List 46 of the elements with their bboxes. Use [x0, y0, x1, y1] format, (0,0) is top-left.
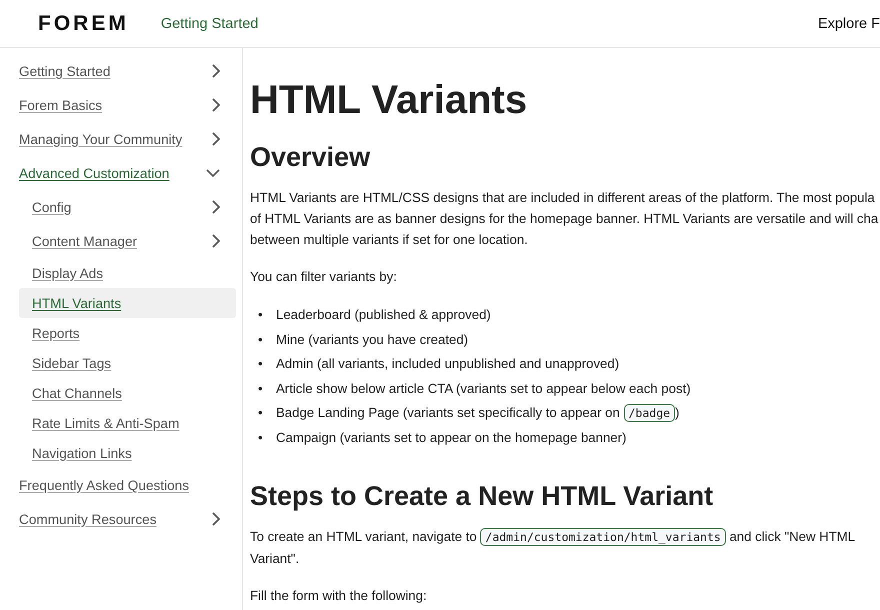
paragraph: To create an HTML variant, navigate to /admin/customization/html_variants and click "New HTML Variant". — [250, 527, 856, 568]
chevron-right-icon — [212, 132, 220, 146]
sidebar-item[interactable]: Community Resources — [19, 502, 236, 536]
list-item: Article show below article CTA (variants set to appear below each post) — [276, 380, 691, 398]
sidebar-item[interactable]: Rate Limits & Anti-Spam — [19, 408, 236, 438]
section-heading: Overview — [250, 141, 372, 173]
list-item: Mine (variants you have created) — [276, 330, 468, 349]
forem-logo[interactable]: FOREM — [38, 12, 129, 36]
sidebar-item[interactable]: Getting Started — [19, 54, 236, 88]
list-item: Campaign (variants set to appear on the homepage banner) — [276, 428, 626, 447]
chevron-right-icon — [212, 64, 220, 78]
sidebar-item[interactable]: Sidebar Tags — [19, 348, 236, 378]
breadcrumb-link[interactable]: Getting Started — [160, 16, 258, 32]
sidebar-item[interactable]: HTML Variants — [19, 288, 236, 318]
sidebar-item[interactable]: Frequently Asked Questions — [19, 468, 236, 502]
explore-link[interactable]: Explore F — [818, 16, 880, 32]
sidebar-item[interactable]: Navigation Links — [19, 438, 236, 468]
chevron-right-icon — [212, 512, 220, 526]
list-bullet: • — [258, 355, 264, 373]
paragraph: HTML Variants are HTML/CSS designs that are included in different areas of the platform. The most popula of HTML Variants are as banner designs for the homepage banner. HTML Variants are versatile and will cha between multiple variants if set for one location. — [250, 189, 880, 249]
list-item: Leaderboard (published & approved) — [276, 306, 491, 324]
sidebar-item[interactable]: Forem Basics — [19, 88, 236, 122]
sidebar-item[interactable]: Chat Channels — [19, 378, 236, 408]
list-item: Badge Landing Page (variants set specifically to appear on /badge ) — [276, 403, 680, 424]
sidebar-item[interactable]: Managing Your Community — [19, 122, 236, 156]
list-bullet: • — [258, 428, 264, 446]
sidebar-item[interactable]: Reports — [19, 318, 236, 348]
section-heading: Steps to Create a New HTML Variant — [250, 480, 714, 512]
list-item: Admin (all variants, included unpublished and unapproved) — [276, 355, 620, 373]
sidebar-item[interactable]: Config — [19, 190, 236, 224]
list-bullet: • — [258, 306, 264, 324]
sidebar-item[interactable]: Advanced Customization — [19, 156, 236, 190]
list-bullet: • — [258, 330, 264, 348]
chevron-right-icon — [212, 98, 220, 112]
inline-code: /badge — [624, 404, 676, 422]
sidebar-item[interactable]: Content Manager — [19, 224, 236, 258]
sidebar-item[interactable]: Display Ads — [19, 258, 236, 288]
chevron-right-icon — [212, 200, 220, 214]
paragraph: You can filter variants by: — [250, 268, 398, 286]
chevron-right-icon — [212, 234, 220, 248]
list-bullet: • — [258, 380, 264, 398]
inline-code: /admin/customization/html_variants — [480, 528, 726, 546]
list-bullet: • — [258, 404, 264, 422]
page-title: HTML Variants — [250, 77, 528, 123]
paragraph: Fill the form with the following: — [250, 587, 428, 605]
chevron-down-icon — [206, 169, 220, 177]
